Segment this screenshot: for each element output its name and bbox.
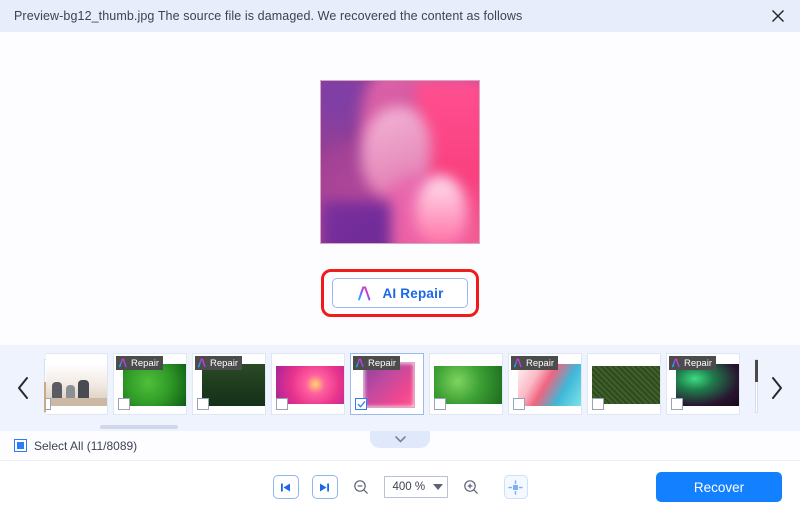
thumbnail-item[interactable]: [429, 353, 503, 415]
thumbnail-item[interactable]: Repair: [192, 353, 266, 415]
thumbnail-item[interactable]: [46, 353, 108, 415]
skip-next-icon: [320, 483, 329, 491]
thumbnail-image: [518, 364, 581, 406]
strip-next-button[interactable]: [754, 345, 800, 431]
thumbnail-checkbox[interactable]: [592, 398, 604, 410]
repair-badge: Repair: [353, 356, 400, 370]
strip-scroll-marker-right[interactable]: [755, 359, 758, 413]
thumbnail-image: [676, 364, 739, 406]
zoom-tools: 400 %: [272, 475, 528, 499]
repair-badge: Repair: [669, 356, 716, 370]
ai-logo-icon: [119, 358, 127, 368]
close-icon: [771, 9, 785, 23]
thumbnail-item[interactable]: Repair: [113, 353, 187, 415]
fit-to-screen-button[interactable]: [503, 475, 528, 499]
thumbnail-item[interactable]: Repair: [508, 353, 582, 415]
thumbnails-viewport: Repair Repair Repair Repair Repair: [46, 345, 754, 431]
repair-badge-label: Repair: [684, 357, 712, 369]
repair-badge-label: Repair: [210, 357, 238, 369]
thumbnail-checkbox[interactable]: [276, 398, 288, 410]
repair-badge-label: Repair: [526, 357, 554, 369]
check-icon: [357, 400, 365, 407]
thumbnail-checkbox[interactable]: [513, 398, 525, 410]
strip-prev-button[interactable]: [0, 345, 46, 431]
thumbnail-checkbox[interactable]: [118, 398, 130, 410]
ai-logo-icon: [672, 358, 680, 368]
ai-logo-icon: [358, 286, 371, 300]
notice-message: Preview-bg12_thumb.jpg The source file i…: [14, 9, 523, 23]
thumbnail-strip: Repair Repair Repair Repair Repair: [0, 345, 800, 448]
repair-badge: Repair: [511, 356, 558, 370]
close-button[interactable]: [766, 4, 790, 28]
thumbnail-item[interactable]: [271, 353, 345, 415]
thumbnail-checkbox[interactable]: [46, 398, 51, 410]
thumbnail-image: [202, 364, 265, 406]
thumbnail-item[interactable]: [587, 353, 661, 415]
ai-repair-label: AI Repair: [382, 285, 444, 301]
zoom-out-icon: [353, 480, 368, 494]
thumbnail-checkbox[interactable]: [434, 398, 446, 410]
thumbnail-checkbox[interactable]: [355, 398, 367, 410]
chevron-down-icon: [432, 484, 443, 490]
preview-area: AI Repair: [0, 32, 800, 345]
next-image-button[interactable]: [311, 475, 338, 499]
zoom-out-button[interactable]: [351, 477, 371, 497]
thumbnail-image: [123, 364, 186, 406]
zoom-level-select[interactable]: 400 %: [383, 476, 448, 498]
preview-image: [320, 80, 480, 244]
chevron-left-icon: [18, 377, 28, 399]
repair-badge: Repair: [116, 356, 163, 370]
select-all-checkbox[interactable]: [14, 439, 27, 452]
zoom-level-value: 400 %: [392, 481, 426, 493]
thumbnail-checkbox[interactable]: [671, 398, 683, 410]
zoom-in-icon: [463, 480, 478, 494]
repair-badge-label: Repair: [131, 357, 159, 369]
ai-repair-button[interactable]: AI Repair: [332, 278, 468, 308]
previous-image-button[interactable]: [272, 475, 299, 499]
bottom-toolbar: 400 % Recover: [0, 461, 800, 513]
ai-repair-highlight: AI Repair: [321, 269, 479, 317]
repair-badge-label: Repair: [368, 357, 396, 369]
recovery-preview-window: Preview-bg12_thumb.jpg The source file i…: [0, 0, 800, 513]
skip-previous-icon: [281, 483, 290, 491]
thumbnails-list: Repair Repair Repair Repair Repair: [46, 353, 740, 415]
thumbnail-checkbox[interactable]: [197, 398, 209, 410]
thumbnail-item[interactable]: Repair: [666, 353, 740, 415]
thumbnail-item-selected[interactable]: Repair: [350, 353, 424, 415]
ai-logo-icon: [514, 358, 522, 368]
zoom-in-button[interactable]: [461, 477, 481, 497]
ai-logo-icon: [198, 358, 206, 368]
thumbnail-image: [46, 364, 107, 406]
chevron-right-icon: [772, 377, 782, 399]
collapse-strip-button[interactable]: [370, 431, 430, 448]
fit-to-screen-icon: [508, 479, 523, 495]
repair-badge: Repair: [195, 356, 242, 370]
notice-bar: Preview-bg12_thumb.jpg The source file i…: [0, 0, 800, 32]
select-all-label: Select All (11/8089): [34, 438, 138, 453]
strip-horizontal-scrollbar[interactable]: [100, 425, 178, 429]
chevron-down-icon: [394, 436, 406, 443]
recover-button[interactable]: Recover: [656, 472, 782, 502]
ai-logo-icon: [356, 358, 364, 368]
